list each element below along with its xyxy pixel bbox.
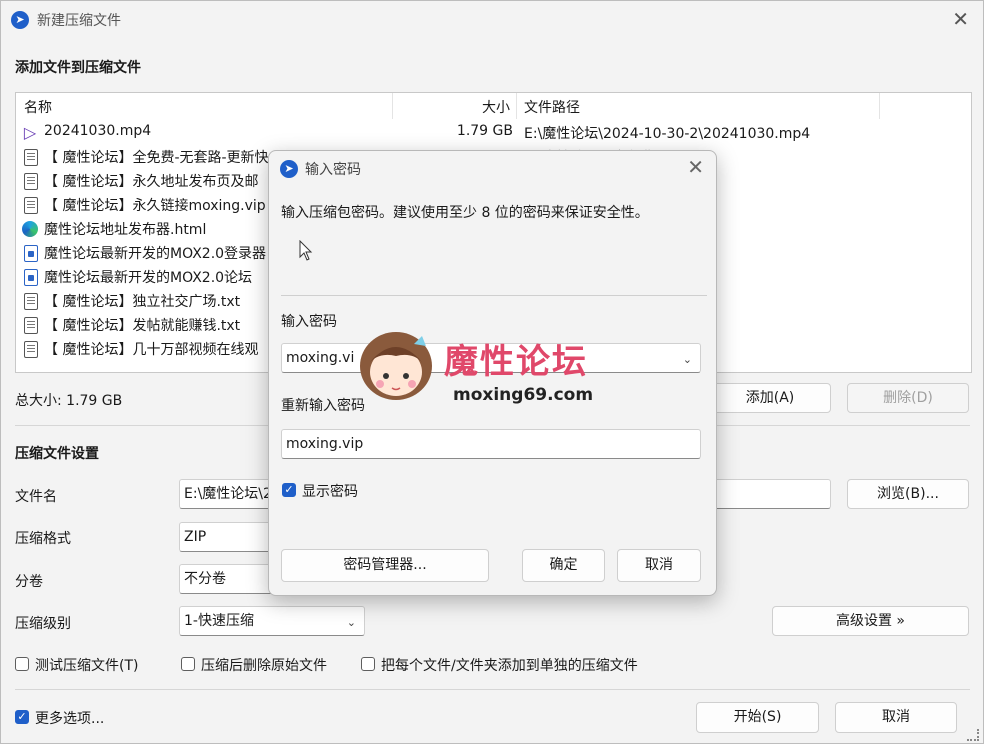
dialog-cancel-button[interactable]: 取消 <box>617 549 701 582</box>
file-name: 【 魔性论坛】独立社交广场.txt <box>44 294 241 310</box>
archive-settings-heading: 压缩文件设置 <box>15 446 99 462</box>
text-file-icon <box>24 293 38 310</box>
password-value: moxing.vi <box>286 350 355 366</box>
file-row[interactable]: ▷ 20241030.mp4 1.79 GB E:\魔性论坛\2024-10-30-2… <box>16 121 971 145</box>
column-path[interactable]: 文件路径 <box>524 97 580 117</box>
text-file-icon <box>24 173 38 190</box>
chevron-down-icon[interactable]: ⌄ <box>683 346 692 374</box>
level-label: 压缩级别 <box>15 616 71 632</box>
chevron-down-icon: ⌄ <box>346 616 356 629</box>
show-password-label[interactable]: 显示密码 <box>302 481 358 501</box>
text-file-icon <box>24 317 38 334</box>
file-list-header: 名称 大小 文件路径 <box>16 93 971 119</box>
advanced-settings-button[interactable]: 高级设置 » <box>772 606 969 636</box>
file-name: 【 魔性论坛】几十万部视频在线观 <box>44 342 259 358</box>
file-name: 魔性论坛地址发布器.html <box>44 222 207 238</box>
watermark-site: moxing69.com <box>453 385 594 405</box>
delete-after-checkbox[interactable] <box>181 657 195 671</box>
start-button[interactable]: 开始(S) <box>696 702 819 733</box>
format-value: ZIP <box>184 529 207 545</box>
remove-button[interactable]: 删除(D) <box>847 383 969 413</box>
divider <box>15 689 970 690</box>
separate-archive-checkbox[interactable] <box>361 657 375 671</box>
file-path: E:\魔性论坛\2024-10-30-2\20241030.mp4 <box>524 126 811 142</box>
word-file-icon <box>24 269 38 286</box>
level-value: 1-快速压缩 <box>184 613 254 629</box>
column-name[interactable]: 名称 <box>24 97 52 117</box>
column-size[interactable]: 大小 <box>482 97 510 117</box>
separate-archive-label[interactable]: 把每个文件/文件夹添加到单独的压缩文件 <box>381 655 638 675</box>
resize-grip-icon[interactable] <box>967 729 979 741</box>
filename-label: 文件名 <box>15 489 57 505</box>
close-icon[interactable]: ✕ <box>687 155 704 179</box>
browse-button[interactable]: 浏览(B)... <box>847 479 969 509</box>
file-name: 【 魔性论坛】发帖就能赚钱.txt <box>44 318 241 334</box>
window-title: 新建压缩文件 <box>37 13 121 29</box>
filename-value: E:\魔性论坛\2 <box>184 486 272 502</box>
level-select[interactable]: 1-快速压缩 ⌄ <box>179 606 365 636</box>
more-options-checkbox[interactable]: ✓ <box>15 710 29 724</box>
app-logo-icon: ➤ <box>11 11 29 29</box>
edge-file-icon <box>22 221 38 237</box>
file-name: 【 魔性论坛】永久地址发布页及邮 <box>44 174 259 190</box>
show-password-checkbox[interactable]: ✓ <box>282 483 296 497</box>
mouse-cursor-icon <box>299 240 313 261</box>
ok-button[interactable]: 确定 <box>522 549 605 582</box>
video-file-icon: ▷ <box>23 123 37 142</box>
dialog-title: 输入密码 <box>305 162 361 178</box>
column-separator <box>516 93 517 119</box>
dialog-description: 输入压缩包密码。建议使用至少 8 位的密码来保证安全性。 <box>281 205 649 221</box>
text-file-icon <box>24 197 38 214</box>
text-file-icon <box>24 341 38 358</box>
test-archive-checkbox[interactable] <box>15 657 29 671</box>
text-file-icon <box>24 149 38 166</box>
divider <box>281 295 707 296</box>
watermark-brand: 魔性论坛 <box>444 342 588 382</box>
word-file-icon <box>24 245 38 262</box>
app-logo-icon: ➤ <box>280 160 298 178</box>
reenter-password-value: moxing.vip <box>286 436 364 452</box>
total-size: 总大小: 1.79 GB <box>15 393 123 409</box>
file-name: 魔性论坛最新开发的MOX2.0论坛 <box>44 270 253 286</box>
file-name: 魔性论坛最新开发的MOX2.0登录器 <box>44 246 267 262</box>
file-name: 20241030.mp4 <box>44 123 152 139</box>
add-button[interactable]: 添加(A) <box>709 383 831 413</box>
split-label: 分卷 <box>15 574 43 590</box>
reenter-password-input[interactable]: moxing.vip <box>281 429 701 459</box>
file-size: 1.79 GB <box>456 123 513 139</box>
password-label: 输入密码 <box>281 314 337 330</box>
delete-after-label[interactable]: 压缩后删除原始文件 <box>201 655 327 675</box>
watermark-mascot-icon <box>352 322 442 410</box>
close-icon[interactable]: ✕ <box>952 7 969 31</box>
column-separator <box>879 93 880 119</box>
title-bar: ➤ 新建压缩文件 ✕ <box>1 1 983 39</box>
test-archive-label[interactable]: 测试压缩文件(T) <box>35 655 138 675</box>
file-name: 【 魔性论坛】全免费-无套路-更新快 <box>44 150 269 166</box>
column-separator <box>392 93 393 119</box>
split-value: 不分卷 <box>184 571 226 587</box>
file-name: 【 魔性论坛】永久链接moxing.vip <box>44 198 266 214</box>
add-files-heading: 添加文件到压缩文件 <box>15 60 141 76</box>
format-label: 压缩格式 <box>15 531 71 547</box>
more-options-label[interactable]: 更多选项... <box>35 708 104 728</box>
password-manager-button[interactable]: 密码管理器... <box>281 549 489 582</box>
cancel-button[interactable]: 取消 <box>835 702 957 733</box>
